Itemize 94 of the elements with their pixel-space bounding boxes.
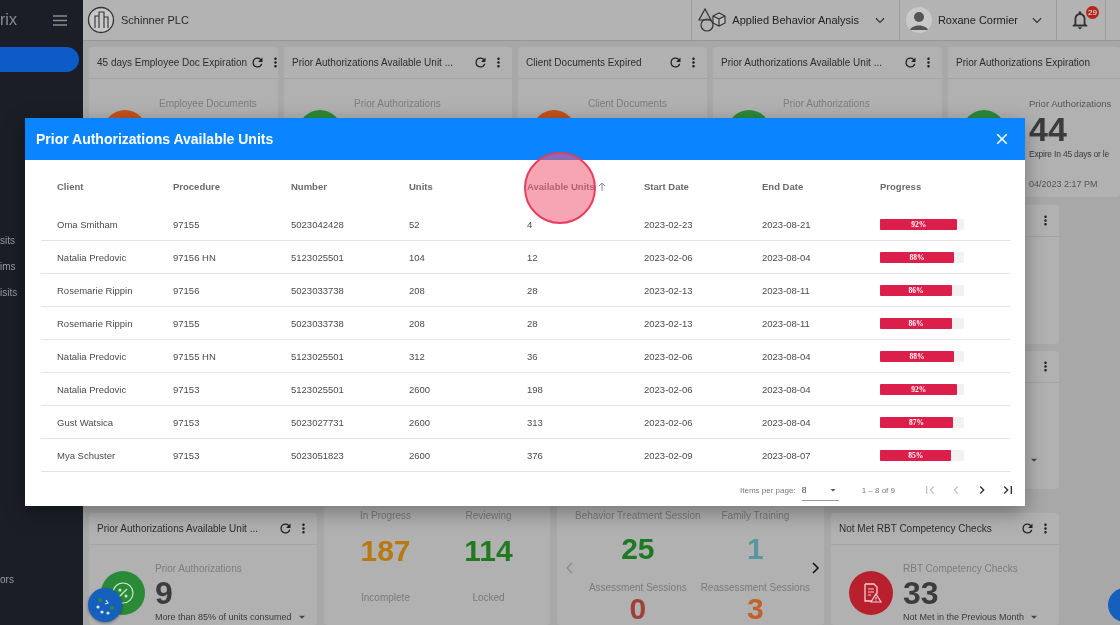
- column-header[interactable]: Procedure: [157, 180, 275, 192]
- table-cell-text: 104: [408, 251, 426, 263]
- widget-title: Client Documents Expired: [526, 57, 642, 68]
- column-header[interactable]: Client: [41, 180, 157, 192]
- table-cell-text: 2023-08-11: [761, 284, 811, 296]
- table-cell-text: 2600: [408, 383, 432, 395]
- column-header[interactable]: End Date: [746, 180, 864, 192]
- table-cell-text: 5123025501: [290, 251, 345, 263]
- table-cell-text: 208: [408, 317, 426, 329]
- table-cell-text: Rosemarie Rippin: [56, 317, 134, 329]
- table-cell-text: 198: [526, 383, 544, 395]
- table-cell-text: 312: [408, 350, 426, 362]
- table-cell-text: 97156: [172, 284, 201, 296]
- widget-title: Prior Authorizations Expiration: [956, 57, 1090, 68]
- stat-value: 3: [747, 595, 764, 623]
- table-cell-text: 208: [408, 284, 426, 296]
- table-cell-text: 2023-02-06: [643, 416, 694, 428]
- table-cell-text: Natalia Predovic: [56, 350, 128, 362]
- widget-description: More than 85% of units consumed: [155, 611, 292, 624]
- widget-description: Expire In 45 days or le: [1029, 148, 1110, 161]
- table-cell-text: 12: [526, 251, 539, 263]
- items-per-page-label: Items per page:: [740, 485, 796, 495]
- table-cell-text: 5123025501: [290, 350, 345, 362]
- table-cell-text: 5123025501: [290, 383, 345, 395]
- table-cell-text: 97155: [172, 218, 201, 230]
- page-range: 1 – 8 of 9: [861, 485, 895, 495]
- stat-value: 0: [629, 595, 647, 623]
- widget-description: Not Met in the Previous Month: [903, 611, 1025, 624]
- column-header[interactable]: Start Date: [628, 180, 746, 192]
- table-cell-text: 97156 HN: [172, 251, 217, 263]
- table-cell-text: Gust Watsica: [56, 416, 115, 428]
- table-cell-text: 2023-08-04: [761, 383, 812, 395]
- table-cell-text: 313: [526, 416, 544, 428]
- table-cell-text: 97153: [172, 383, 201, 395]
- table-cell-text: 2600: [408, 449, 432, 461]
- widget-title: Prior Authorizations Available Unit ...: [97, 523, 258, 534]
- nav-item[interactable]: ors: [0, 573, 83, 587]
- table-cell-text: Natalia Predovic: [56, 251, 128, 263]
- table-cell-text: Mya Schuster: [56, 449, 117, 461]
- table-cell-text: 2023-02-13: [643, 284, 694, 296]
- widget-title: 45 days Employee Doc Expiration: [97, 57, 248, 68]
- widget-title: Not Met RBT Competency Checks: [839, 523, 992, 534]
- widget-count: 9: [155, 576, 174, 610]
- dialog-title: Prior Authorizations Available Units: [36, 131, 274, 147]
- table-cell-text: Oma Smitham: [56, 218, 119, 230]
- table-cell-text: 52: [408, 218, 421, 230]
- table-cell-text: 5023033738: [290, 317, 345, 329]
- table-cell-text: Natalia Predovic: [56, 383, 128, 395]
- table-cell-text: 28: [526, 284, 539, 296]
- table-cell-text: 2023-08-04: [761, 251, 812, 263]
- table-cell-text: 97155 HN: [172, 350, 217, 362]
- notification-badge: 29: [1086, 6, 1099, 19]
- table-cell-text: 5023033738: [290, 284, 345, 296]
- table-cell-text: 97153: [172, 416, 201, 428]
- widget-count: 44: [1029, 111, 1068, 147]
- column-header[interactable]: Units: [393, 180, 511, 192]
- table-cell-text: 2023-02-06: [643, 251, 694, 263]
- table-cell-text: 2023-02-06: [643, 383, 694, 395]
- table-cell-text: Rosemarie Rippin: [56, 284, 134, 296]
- table-cell-text: 2023-02-09: [643, 449, 694, 461]
- company-name: Schinner PLC: [121, 14, 189, 26]
- stat-value: 187: [360, 534, 411, 567]
- page-size-select[interactable]: 8: [801, 479, 839, 501]
- column-header[interactable]: Number: [275, 180, 393, 192]
- table-cell-text: 4: [526, 218, 534, 230]
- table-cell-text: 5023051823: [290, 449, 345, 461]
- table-cell-text: 2023-02-06: [643, 350, 694, 362]
- program-name: Applied Behavior Analysis: [732, 14, 859, 26]
- table-cell-text: 97153: [172, 449, 201, 461]
- table-cell-text: 2023-02-13: [643, 317, 694, 329]
- widget-count: 33: [903, 576, 940, 610]
- table-cell-text: 36: [526, 350, 539, 362]
- table-cell-text: 2600: [408, 416, 432, 428]
- widget-title: Prior Authorizations Available Unit ...: [292, 57, 453, 68]
- stat-value: 25: [621, 535, 655, 563]
- widget-label: Prior Authorizations: [1029, 97, 1112, 111]
- table-cell-text: 2023-08-04: [761, 416, 812, 428]
- table-cell-text: 2023-08-07: [761, 449, 812, 461]
- updated-time: 04/2023 2:17 PM: [1029, 178, 1099, 191]
- stat-value: 1: [747, 535, 764, 563]
- stat-value: 114: [464, 534, 513, 567]
- table-cell-text: 5023042428: [290, 218, 345, 230]
- table-cell-text: 5023027731: [290, 416, 345, 428]
- widget-title: Prior Authorizations Available Unit ...: [721, 57, 882, 68]
- table-cell-text: 2023-08-21: [761, 218, 812, 230]
- column-header[interactable]: Progress: [864, 180, 1010, 192]
- table-cell-text: 2023-08-04: [761, 350, 812, 362]
- table-cell-text: 28: [526, 317, 539, 329]
- table-cell-text: 2023-08-11: [761, 317, 811, 329]
- table-cell-text: 376: [526, 449, 544, 461]
- user-name: Roxane Cormier: [937, 14, 1018, 26]
- brand-name: rix: [0, 11, 17, 29]
- table-cell-text: 97155: [172, 317, 201, 329]
- table-cell-text: 2023-02-23: [643, 218, 694, 230]
